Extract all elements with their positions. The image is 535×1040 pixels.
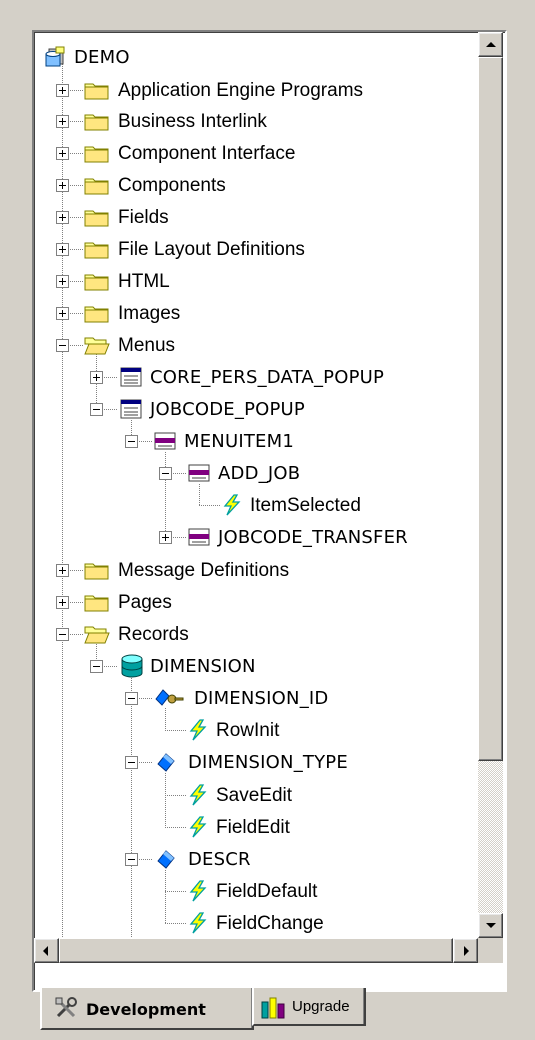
expand-toggle[interactable] <box>56 596 69 609</box>
tab-development-label: Development <box>86 1000 206 1019</box>
tree-item-jobcode-transfer[interactable]: JOBCODE_TRANSFER <box>218 526 408 550</box>
scroll-down-button[interactable] <box>478 913 503 938</box>
tree-item-descr[interactable]: DESCR <box>188 848 251 872</box>
record-cylinder-icon <box>120 653 144 679</box>
tab-upgrade-label: Upgrade <box>292 998 350 1015</box>
tree-item-records[interactable]: Records <box>118 623 189 647</box>
collapse-toggle[interactable] <box>125 853 138 866</box>
tree-item-pages[interactable]: Pages <box>118 591 172 615</box>
expand-toggle[interactable] <box>90 371 103 384</box>
horizontal-scroll-thumb[interactable] <box>59 938 453 963</box>
tree-item-menus[interactable]: Menus <box>118 334 175 358</box>
tree-item-images[interactable]: Images <box>118 302 180 326</box>
collapse-toggle[interactable] <box>56 628 69 641</box>
peoplecode-lightning-icon <box>188 880 208 902</box>
expand-toggle[interactable] <box>56 147 69 160</box>
tree-item-menuitem1[interactable]: MENUITEM1 <box>184 430 294 454</box>
tree-item-saveedit[interactable]: SaveEdit <box>216 784 292 808</box>
vertical-scrollbar[interactable] <box>478 32 503 938</box>
collapse-toggle[interactable] <box>125 756 138 769</box>
menu-item-icon <box>154 432 176 450</box>
folder-icon <box>84 80 110 100</box>
tree-item-application-engine[interactable]: Application Engine Programs <box>118 79 363 103</box>
tree-item-itemselected[interactable]: ItemSelected <box>250 494 361 518</box>
folder-open-icon <box>84 624 110 644</box>
expand-toggle[interactable] <box>56 211 69 224</box>
folder-icon <box>84 303 110 323</box>
scrollbar-corner <box>478 938 503 963</box>
collapse-toggle[interactable] <box>90 660 103 673</box>
arrow-left-icon <box>43 946 48 956</box>
menu-item-icon <box>188 528 210 546</box>
field-diamond-icon <box>156 849 178 869</box>
tree-item-components[interactable]: Components <box>118 174 226 198</box>
expand-toggle[interactable] <box>56 115 69 128</box>
folder-icon <box>84 239 110 259</box>
folder-icon <box>84 175 110 195</box>
arrow-up-icon <box>486 42 496 47</box>
database-project-icon <box>44 46 68 68</box>
menu-definition-icon <box>120 367 142 387</box>
tree-item-add-job[interactable]: ADD_JOB <box>218 462 300 486</box>
peoplecode-lightning-icon <box>188 912 208 934</box>
tab-upgrade[interactable]: Upgrade <box>252 988 366 1026</box>
tree-item-business-interlink[interactable]: Business Interlink <box>118 110 267 134</box>
folder-icon <box>84 560 110 580</box>
tree-item-fielddefault[interactable]: FieldDefault <box>216 880 317 904</box>
expand-toggle[interactable] <box>56 275 69 288</box>
expand-toggle[interactable] <box>56 243 69 256</box>
collapse-toggle[interactable] <box>56 339 69 352</box>
folder-icon <box>84 592 110 612</box>
peoplecode-lightning-icon <box>188 719 208 741</box>
menu-definition-icon <box>120 399 142 419</box>
tree-root-demo[interactable]: DEMO <box>74 46 130 70</box>
expand-toggle[interactable] <box>56 179 69 192</box>
folder-open-icon <box>84 335 110 355</box>
tree-item-html[interactable]: HTML <box>118 270 170 294</box>
folder-icon <box>84 271 110 291</box>
vertical-scroll-thumb[interactable] <box>478 57 503 761</box>
collapse-toggle[interactable] <box>125 692 138 705</box>
folder-icon <box>84 143 110 163</box>
horizontal-scrollbar[interactable] <box>34 938 478 963</box>
tree-item-rowinit[interactable]: RowInit <box>216 719 279 743</box>
folder-icon <box>84 111 110 131</box>
tree-item-core-pers-data-popup[interactable]: CORE_PERS_DATA_POPUP <box>150 366 384 390</box>
field-diamond-icon <box>156 752 178 772</box>
expand-toggle[interactable] <box>159 531 172 544</box>
collapse-toggle[interactable] <box>159 467 172 480</box>
tree-item-component-interface[interactable]: Component Interface <box>118 142 295 166</box>
expand-toggle[interactable] <box>56 564 69 577</box>
tree-item-fieldedit[interactable]: FieldEdit <box>216 816 290 840</box>
collapse-toggle[interactable] <box>125 435 138 448</box>
tree-item-message-definitions[interactable]: Message Definitions <box>118 559 289 583</box>
peoplecode-lightning-icon <box>188 816 208 838</box>
tree-item-dimension-id[interactable]: DIMENSION_ID <box>194 687 328 711</box>
expand-toggle[interactable] <box>56 84 69 97</box>
scroll-right-button[interactable] <box>453 938 478 963</box>
tree-item-fields[interactable]: Fields <box>118 206 169 230</box>
project-tree-view[interactable]: DEMO Application Engine Programs Busines… <box>32 30 507 992</box>
peoplecode-lightning-icon <box>222 494 242 516</box>
tree-item-file-layout[interactable]: File Layout Definitions <box>118 238 305 262</box>
scroll-left-button[interactable] <box>34 938 59 963</box>
scroll-up-button[interactable] <box>478 32 503 57</box>
expand-toggle[interactable] <box>56 307 69 320</box>
tab-development[interactable]: Development <box>40 988 254 1030</box>
tree-item-dimension-type[interactable]: DIMENSION_TYPE <box>188 751 348 775</box>
folder-icon <box>84 207 110 227</box>
arrow-down-icon <box>486 923 496 928</box>
tree-item-fieldchange[interactable]: FieldChange <box>216 912 324 936</box>
tree-item-dimension[interactable]: DIMENSION <box>150 655 256 679</box>
menu-item-icon <box>188 464 210 482</box>
arrow-right-icon <box>464 946 469 956</box>
tools-icon <box>54 996 80 1022</box>
upgrade-icon <box>260 994 286 1020</box>
tree-item-jobcode-popup[interactable]: JOBCODE_POPUP <box>150 398 305 422</box>
collapse-toggle[interactable] <box>90 403 103 416</box>
key-field-icon <box>154 687 184 707</box>
peoplecode-lightning-icon <box>188 784 208 806</box>
